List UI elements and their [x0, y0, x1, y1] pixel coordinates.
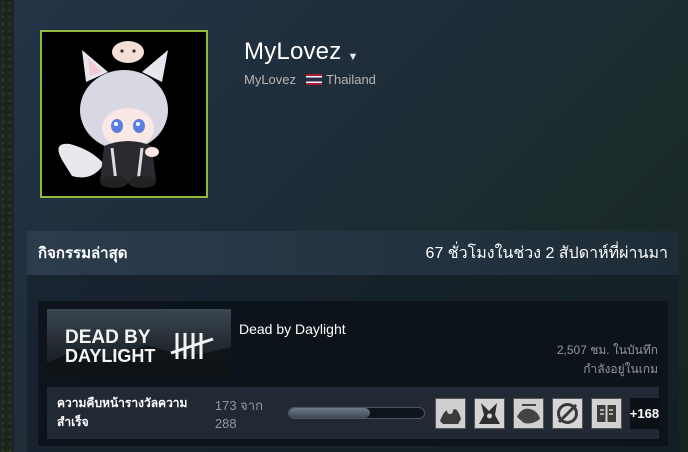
persona-name-dropdown[interactable]: MyLovez ▼	[244, 38, 358, 66]
achievement-progress-label[interactable]: ความคืบหน้ารางวัลความสำเร็จ	[57, 394, 205, 432]
game-name-link[interactable]: Dead by Daylight	[239, 321, 346, 337]
achievement-count: 173 จาก 288	[214, 398, 263, 431]
avatar[interactable]	[40, 30, 208, 198]
caret-down-icon: ▼	[347, 51, 359, 63]
avatar-image	[42, 32, 206, 196]
achievement-icon-2[interactable]	[473, 397, 505, 429]
achievement-icon-1[interactable]	[434, 397, 466, 429]
game-capsule-image[interactable]: DEAD BY DAYLIGHT	[47, 309, 231, 377]
background-pattern-strip	[0, 0, 14, 452]
svg-text:DAYLIGHT: DAYLIGHT	[65, 346, 155, 366]
achievement-icons	[434, 397, 622, 429]
thailand-flag-icon	[306, 74, 323, 85]
svg-text:DEAD BY: DEAD BY	[65, 327, 151, 348]
hours-on-record: 2,507 ชม. ในบันทึก	[556, 343, 658, 357]
profile-header: MyLovez ▼ MyLovez Thailand	[14, 0, 688, 226]
recent-activity-header: กิจกรรมล่าสุด 67 ชั่วโมงในช่วง 2 สัปดาห์…	[27, 231, 679, 275]
recent-activity-panel: กิจกรรมล่าสุด 67 ชั่วโมงในช่วง 2 สัปดาห์…	[27, 231, 679, 452]
persona-name: MyLovez	[244, 38, 342, 65]
account-name: MyLovez	[244, 72, 297, 87]
game-activity-card: DEAD BY DAYLIGHT Dead by Daylight 2,507 …	[38, 301, 668, 446]
achievement-icon-3[interactable]	[512, 397, 544, 429]
country-name: Thailand	[326, 72, 376, 87]
achievement-progress-track	[287, 407, 425, 419]
recent-activity-hours: 67 ชั่วโมงในช่วง 2 สัปดาห์ที่ผ่านมา	[425, 244, 668, 262]
profile-subline: MyLovez Thailand	[244, 72, 376, 87]
more-achievements-button[interactable]: +168	[629, 397, 659, 429]
recent-activity-title[interactable]: กิจกรรมล่าสุด	[38, 241, 127, 265]
achievement-icon-5[interactable]	[590, 397, 622, 429]
achievement-progress-fill	[288, 408, 370, 418]
achievement-progress-bar: ความคืบหน้ารางวัลความสำเร็จ 173 จาก 288	[47, 387, 659, 439]
achievement-icon-4[interactable]	[551, 397, 583, 429]
dead-by-daylight-logo: DEAD BY DAYLIGHT	[47, 309, 231, 377]
game-stats: 2,507 ชม. ในบันทึก กำลังอยู่ในเกม	[557, 341, 658, 379]
in-game-status: กำลังอยู่ในเกม	[583, 362, 658, 376]
country-location: Thailand	[306, 72, 376, 87]
